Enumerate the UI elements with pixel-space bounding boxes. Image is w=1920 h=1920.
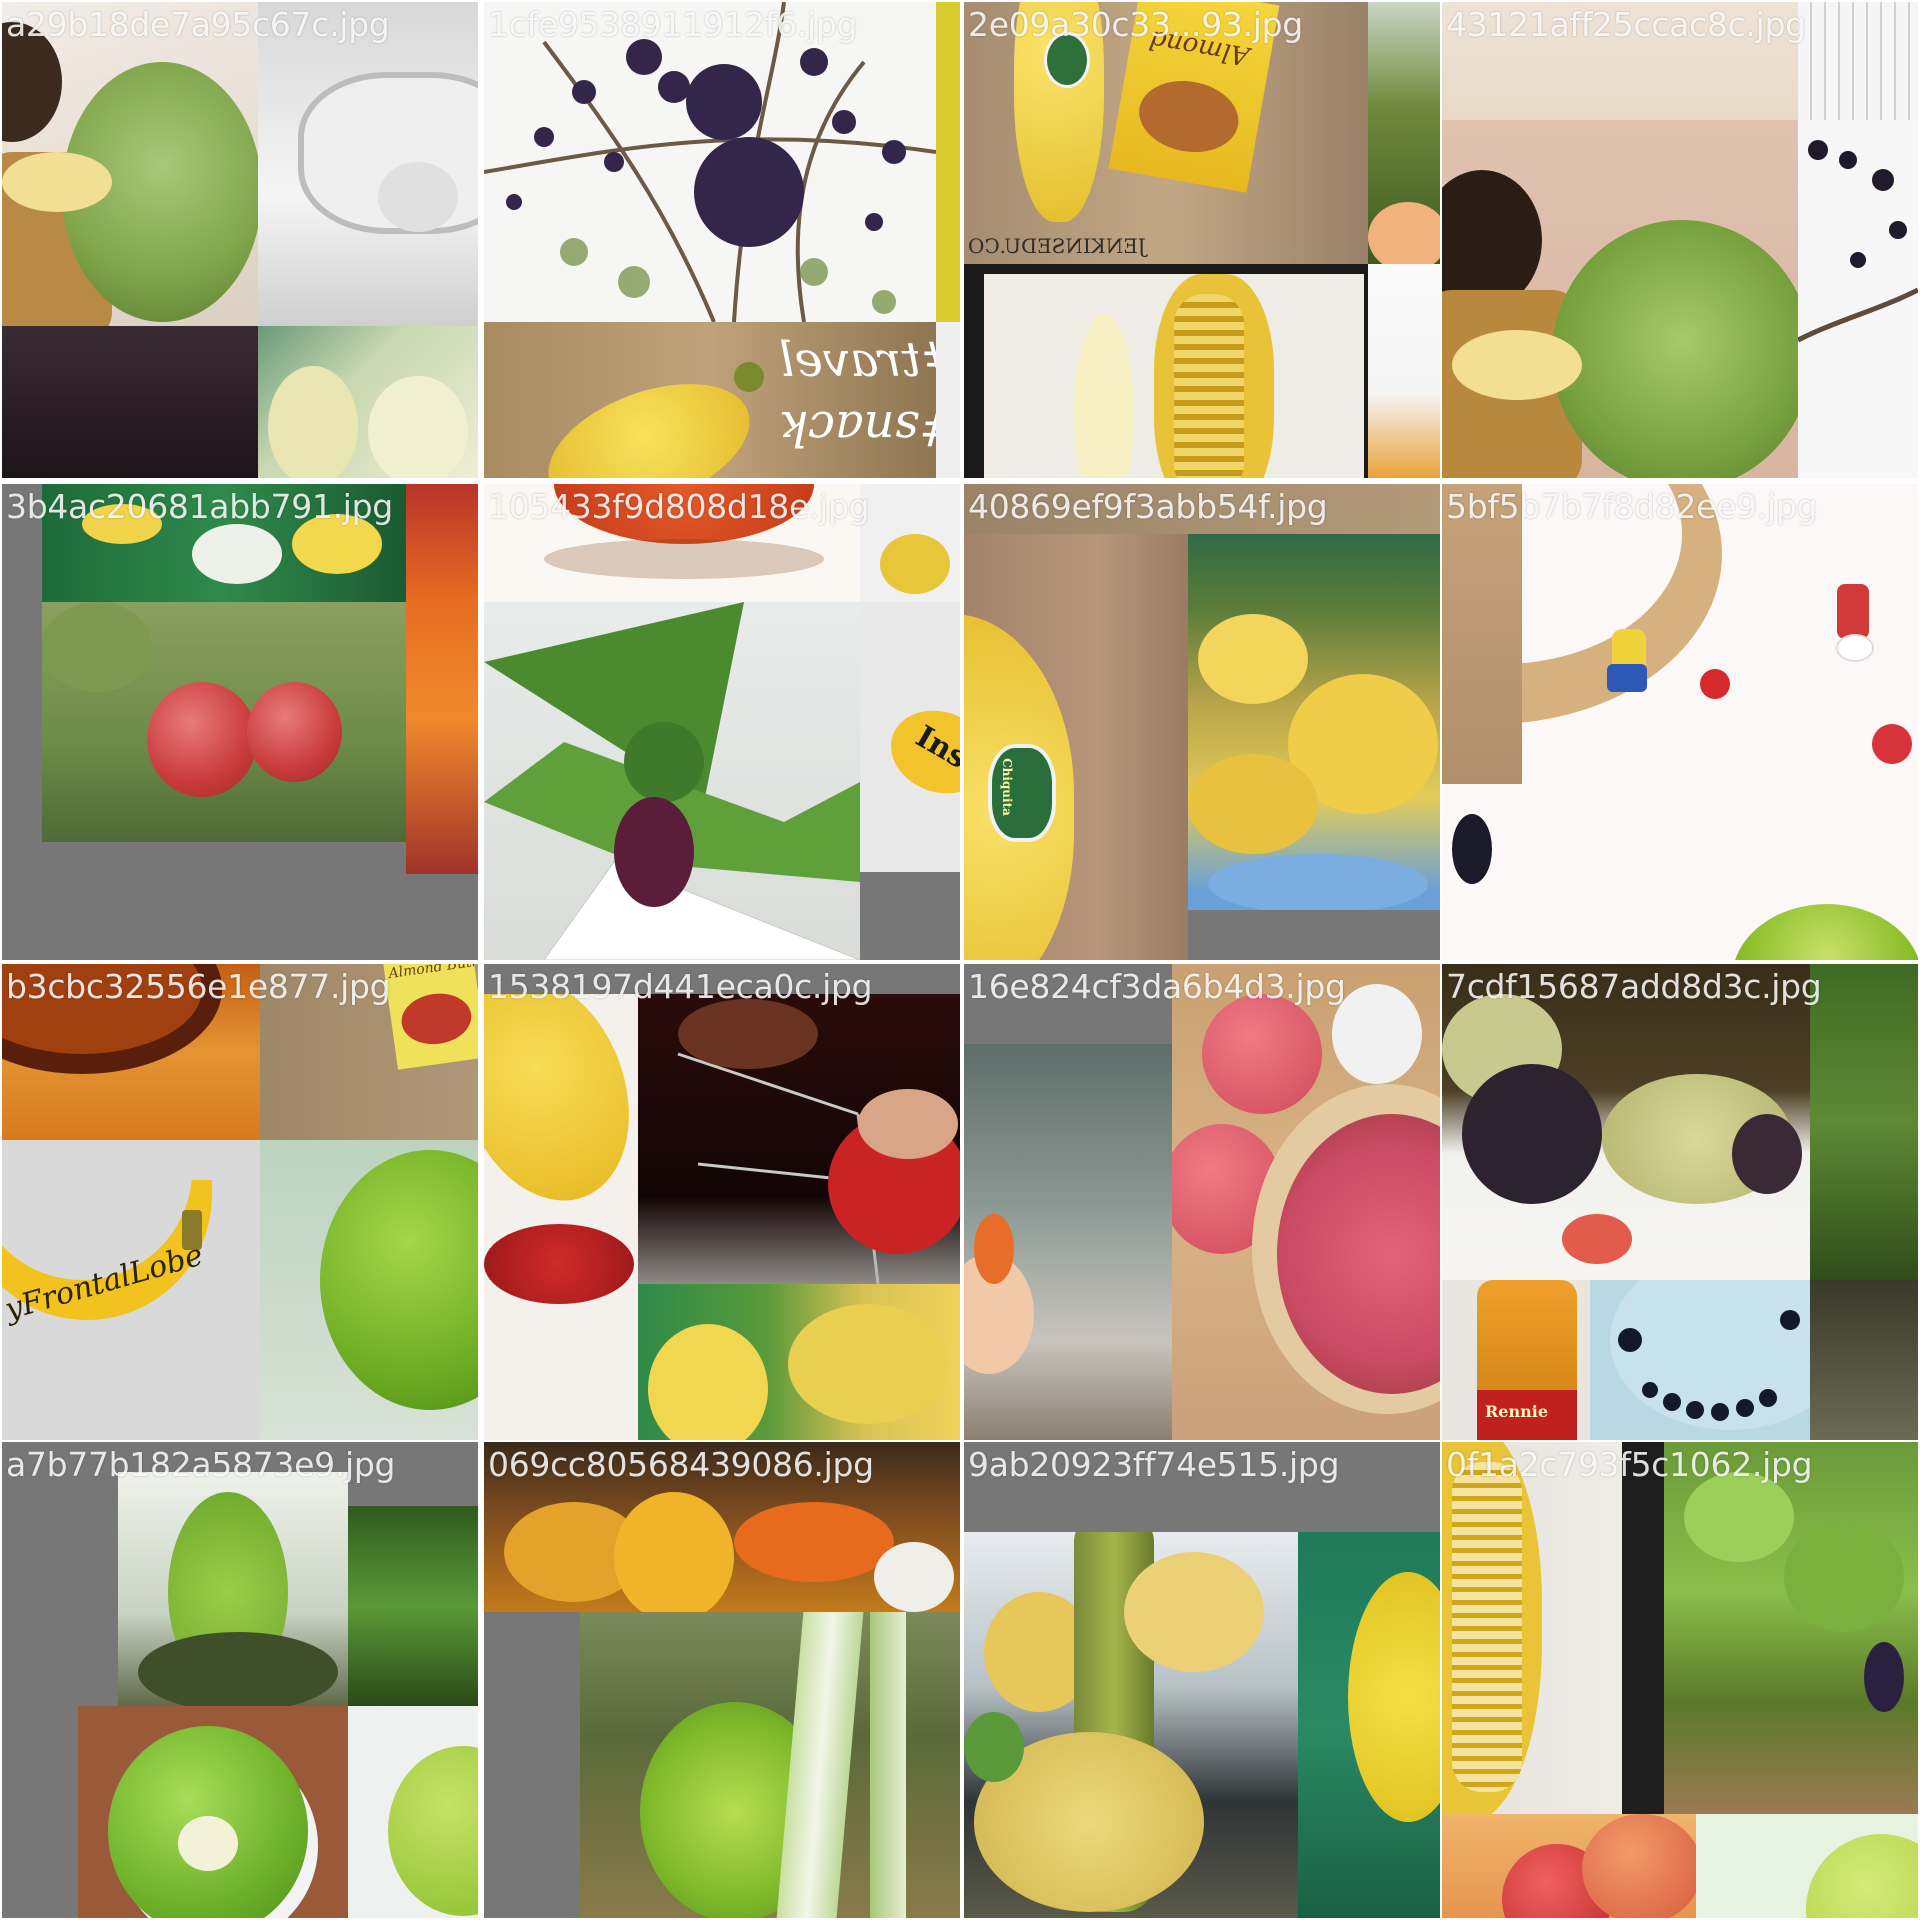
photo-boy-bananas [2, 2, 258, 326]
butter-label: Almond Butter [387, 964, 478, 983]
photo-banana-bunch-green-chair [1298, 1532, 1440, 1918]
photo-grape-vines [1664, 1442, 1918, 1814]
photo-bananas-green-bg [638, 1284, 960, 1440]
image-tile[interactable]: 0f1a2c793f5c1062.jpg [1442, 1442, 1918, 1918]
photo-white-strip [936, 322, 960, 478]
photo-dark-corner [1810, 1280, 1918, 1440]
image-tile[interactable]: 43121aff25ccac8c.jpg [1442, 2, 1918, 478]
image-filename: 9ab20923ff74e515.jpg [968, 1445, 1340, 1484]
image-tile[interactable]: a29b18de7a95c67c.jpg [2, 2, 478, 478]
photo-tomato-pie [1172, 964, 1440, 1440]
photo-travel-snack-banana: #travel #snack [484, 322, 936, 478]
image-tile[interactable]: 1538197d441eca0c.jpg [484, 964, 960, 1440]
photo-knitting [638, 994, 960, 1284]
photo-plum-branch [1798, 120, 1918, 478]
image-filename: 3b4ac20681abb791.jpg [6, 487, 393, 526]
image-filename: a29b18de7a95c67c.jpg [6, 5, 390, 44]
photo-banana-sign: Ins [860, 602, 960, 872]
image-filename: 1538197d441eca0c.jpg [488, 967, 873, 1006]
photo-gray-block [484, 1612, 580, 1918]
photo-slicer-closeup [1442, 1442, 1664, 1814]
photo-bananas-light [258, 326, 478, 478]
photo-apples-tree [42, 602, 406, 842]
image-filename: 0f1a2c793f5c1062.jpg [1446, 1445, 1813, 1484]
photo-boy-bananas-crop [1442, 120, 1798, 478]
photo-banana-slicer [964, 264, 1368, 478]
photo-green-apple-right [348, 1706, 478, 1918]
photo-yellow-edge [936, 2, 960, 322]
image-tile[interactable]: Almond Butter yFrontalLobe b3cbc32556e1e… [2, 964, 478, 1440]
image-filename: a7b77b182a5873e9.jpg [6, 1445, 396, 1484]
travel-hashtag: #travel [779, 332, 936, 388]
photo-newspaper [1798, 2, 1918, 120]
photo-ripe-bananas [1188, 534, 1440, 910]
photo-apples-bottom [1442, 1814, 1696, 1918]
photo-blue-pattern [1590, 1280, 1810, 1440]
image-filename: b3cbc32556e1e877.jpg [6, 967, 391, 1006]
photo-plum-tree [484, 2, 936, 322]
photo-oranges [406, 484, 478, 874]
photo-leaf-closeup [348, 1506, 478, 1706]
image-tile[interactable]: 069cc80568439086.jpg [484, 1442, 960, 1918]
jenkins-watermark: JENKINSEDU.CO [968, 234, 1146, 258]
image-tile[interactable]: Rennie 7cdf15687add8d3c.jpg [1442, 964, 1918, 1440]
photo-table-shadow [258, 2, 478, 326]
photo-green-banana-bunch [118, 1472, 348, 1706]
image-filename: 1cfe9538911912f6.jpg [488, 5, 858, 44]
jar-label: Rennie [1485, 1402, 1548, 1421]
image-filename: 5bf5b7b7f8d82ee9.jpg [1446, 487, 1818, 526]
image-filename: 43121aff25ccac8c.jpg [1446, 5, 1806, 44]
photo-honey-jar: Rennie [1442, 1280, 1590, 1440]
image-tile[interactable]: 16e824cf3da6b4d3.jpg [964, 964, 1440, 1440]
chiquita-label: Chiquita [999, 758, 1014, 816]
image-filename: 2e09a30c33...93.jpg [968, 5, 1303, 44]
photo-bananas-corner [860, 484, 960, 602]
image-filename: 105433f9d808d18e.jpg [488, 487, 870, 526]
image-tile[interactable]: 9ab20923ff74e515.jpg [964, 1442, 1440, 1918]
image-filename: 069cc80568439086.jpg [488, 1445, 874, 1484]
image-grid: a29b18de7a95c67c.jpg travel snack 1cfe95… [0, 0, 1920, 1920]
photo-orange-edge [1368, 264, 1440, 478]
photo-banana-stalk [964, 1532, 1298, 1918]
snack-hashtag: #snack [779, 400, 936, 456]
photo-banana-tree-green [580, 1612, 960, 1918]
photo-ocean [964, 1044, 1172, 1440]
image-filename: 40869ef9f3abb54f.jpg [968, 487, 1328, 526]
photo-heart-apple [78, 1706, 348, 1918]
image-tile[interactable]: Ins 105433f9d808d18e.jpg [484, 484, 960, 960]
image-tile[interactable]: Almond JENKINSEDU.CO 2e09a30c33...93.jpg [964, 2, 1440, 478]
photo-chiquita-banana: Chiquita [964, 534, 1188, 960]
photo-green-apple-corner [1696, 1814, 1918, 1918]
photo-grapes [1442, 964, 1810, 1280]
image-tile[interactable]: Chiquita 40869ef9f3abb54f.jpg [964, 484, 1440, 960]
photo-football-figurines [1442, 484, 1918, 960]
photo-leaves [1810, 964, 1918, 1280]
image-filename: 16e824cf3da6b4d3.jpg [968, 967, 1346, 1006]
image-tile[interactable]: a7b77b182a5873e9.jpg [2, 1442, 478, 1918]
photo-garden [1368, 2, 1440, 264]
photo-frontal-lobe-banana: yFrontalLobe [2, 1140, 260, 1440]
image-tile[interactable]: #travel #snack 1cfe9538911912f6.jpg [484, 2, 960, 478]
photo-banana-plant [484, 602, 860, 960]
image-tile[interactable]: 5bf5b7b7f8d82ee9.jpg [1442, 484, 1918, 960]
photo-banana-berries [484, 994, 638, 1440]
image-tile[interactable]: 3b4ac20681abb791.jpg [2, 484, 478, 960]
image-filename: 7cdf15687add8d3c.jpg [1446, 967, 1822, 1006]
photo-green-apple [260, 1140, 478, 1440]
photo-dark-fabric [2, 326, 258, 478]
